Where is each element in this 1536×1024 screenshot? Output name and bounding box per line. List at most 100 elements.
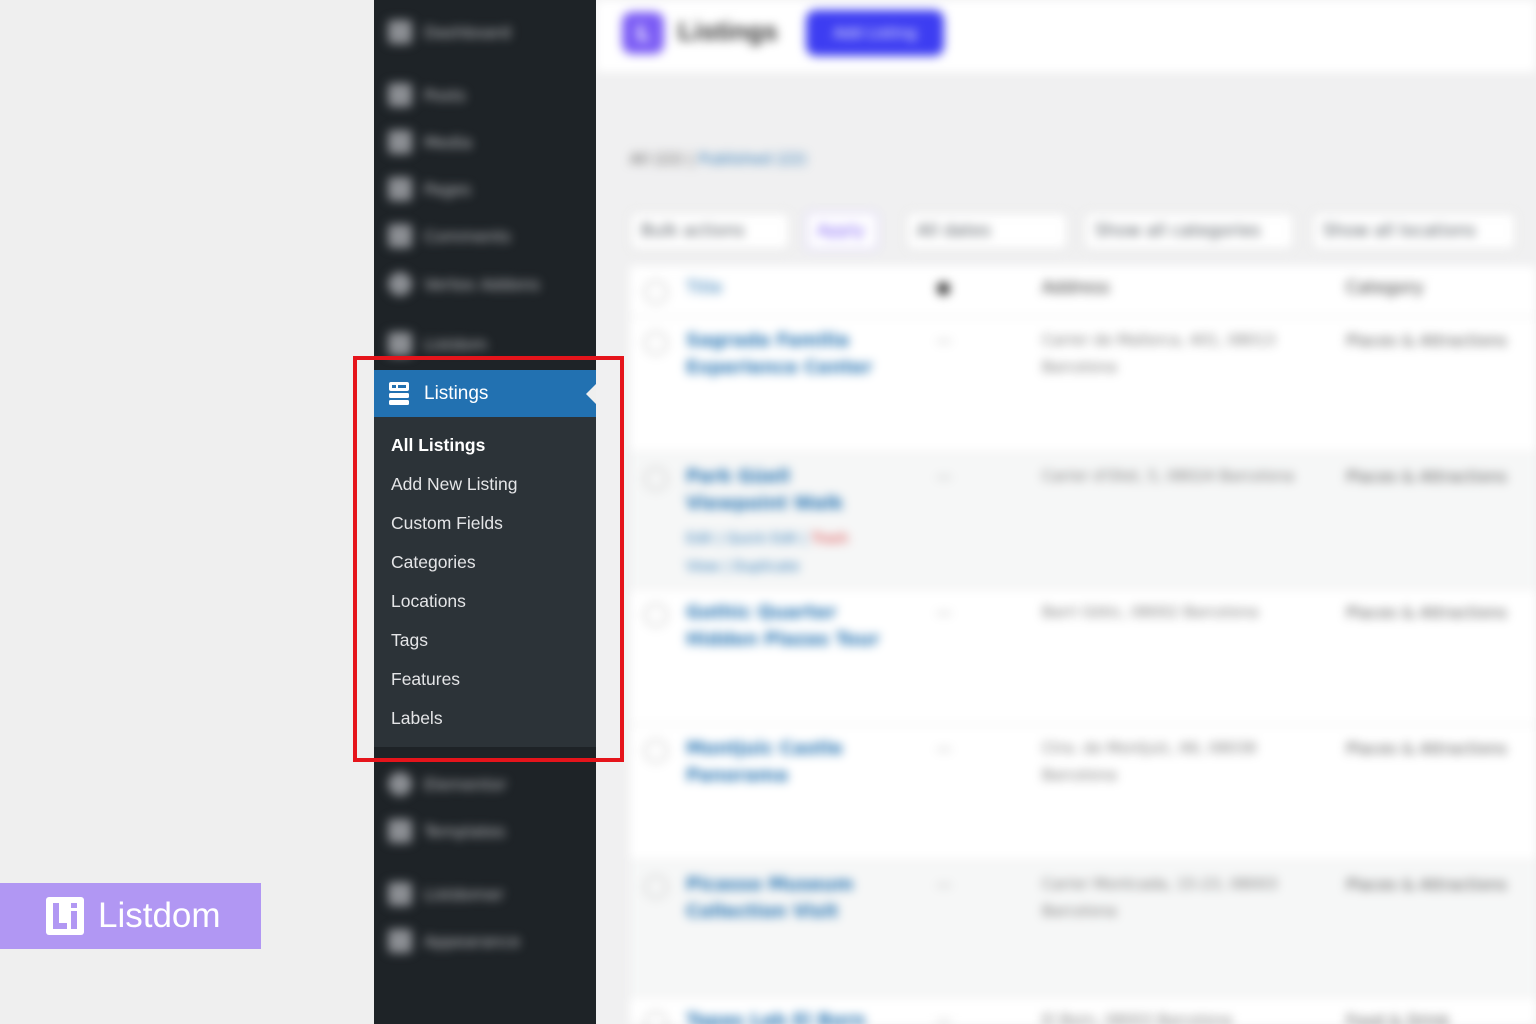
row-checkbox[interactable] <box>644 1011 668 1024</box>
row-category[interactable]: Places & Attractions <box>1346 739 1507 758</box>
apply-button[interactable]: Apply <box>806 212 878 250</box>
row-dash: — <box>936 603 952 622</box>
sidebar-item-appearance[interactable]: Appearance <box>374 923 596 959</box>
listdom-logo-icon <box>46 897 84 935</box>
column-title[interactable]: Title <box>686 278 722 298</box>
trash-link[interactable]: Trash <box>812 531 849 547</box>
status-published-link[interactable]: Published (22) <box>699 150 807 168</box>
row-checkbox[interactable] <box>644 603 668 627</box>
row-checkbox[interactable] <box>644 467 668 491</box>
column-featured-icon: ● <box>936 278 951 298</box>
sidebar-item-label: Media <box>424 132 473 152</box>
row-title-link[interactable]: Park Güell Viewpoint Walk <box>686 463 896 517</box>
top-bar: L Listings Add Listing <box>596 0 1536 72</box>
row-category[interactable]: Food & Drink <box>1346 1011 1450 1024</box>
row-address: Carrer Montcada, 15-23, 08003 Barcelona <box>1042 875 1278 920</box>
table-row[interactable]: Gothic Quarter Hidden Plazas Tour — Barr… <box>630 588 1536 725</box>
sidebar-item-label: Appearance <box>424 931 521 951</box>
pages-icon <box>388 177 412 201</box>
row-title-link[interactable]: Gothic Quarter Hidden Plazas Tour <box>686 599 896 653</box>
row-category[interactable]: Places & Attractions <box>1346 331 1507 350</box>
sidebar-item-label: Pages <box>424 179 472 199</box>
column-category: Category <box>1346 278 1424 298</box>
folder-icon <box>388 819 412 843</box>
vertex-addons-icon <box>388 272 412 296</box>
sidebar-item-pages[interactable]: Pages <box>374 171 596 207</box>
comments-icon <box>388 224 412 248</box>
sidebar-item-listdomer[interactable]: Listdomer <box>374 876 596 912</box>
categories-label: Show all categories <box>1095 221 1261 241</box>
row-title-link[interactable]: Picasso Museum Collection Visit <box>686 871 896 925</box>
brand-name: Listdom <box>98 896 221 935</box>
sidebar-item-label: Vertex Addons <box>424 274 540 294</box>
view-link[interactable]: View <box>686 559 719 575</box>
sidebar-item-elementor[interactable]: Elementor <box>374 766 596 802</box>
categories-select[interactable]: Show all categories <box>1084 212 1294 250</box>
sidebar-item-dashboard[interactable]: Dashboard <box>374 14 596 50</box>
listdom-icon <box>388 332 412 356</box>
sidebar-item-posts[interactable]: Posts <box>374 77 596 113</box>
row-address: Carrer d'Olot, 5, 08024 Barcelona <box>1042 467 1295 485</box>
elementor-icon <box>388 772 412 796</box>
column-address: Address <box>1042 278 1110 298</box>
listdomer-icon <box>388 882 412 906</box>
sidebar-item-label: Comments <box>424 226 511 246</box>
bulk-actions-label: Bulk actions <box>641 221 745 241</box>
row-checkbox[interactable] <box>644 739 668 763</box>
main-content: L Listings Add Listing All (22) | Publis… <box>596 0 1536 1024</box>
table-row[interactable]: Tapas Lab El Born — El Born, 08003 Barce… <box>630 996 1536 1024</box>
table-row[interactable]: Montjuïc Castle Panorama — Ctra. de Mont… <box>630 724 1536 861</box>
table-row[interactable]: Picasso Museum Collection Visit — Carrer… <box>630 860 1536 997</box>
table-row[interactable]: Park Güell Viewpoint Walk Edit | Quick E… <box>630 452 1536 589</box>
sidebar-item-label: Templates <box>424 821 506 841</box>
paintbrush-icon <box>388 929 412 953</box>
page-title: Listings <box>678 16 778 46</box>
row-dash: — <box>936 331 952 350</box>
locations-label: Show all locations <box>1323 221 1476 241</box>
row-dash: — <box>936 467 952 486</box>
table-row[interactable]: Sagrada Familia Experience Center — Carr… <box>630 316 1536 453</box>
quick-edit-link[interactable]: Quick Edit <box>727 531 798 547</box>
sidebar-item-label: Listdom <box>424 334 488 354</box>
row-address: Barri Gòtic, 08002 Barcelona <box>1042 603 1259 621</box>
add-listing-button[interactable]: Add Listing <box>806 10 944 56</box>
sidebar-item-label: Elementor <box>424 774 507 794</box>
app-logo-letter: L <box>636 21 650 45</box>
row-category[interactable]: Places & Attractions <box>1346 603 1507 622</box>
dates-select[interactable]: All dates <box>906 212 1068 250</box>
media-icon <box>388 130 412 154</box>
listdom-logo-icon: L <box>622 12 664 54</box>
apply-label: Apply <box>817 221 865 241</box>
row-dash: — <box>936 739 952 758</box>
duplicate-link[interactable]: Duplicate <box>733 559 800 575</box>
highlight-box <box>353 356 624 762</box>
row-title-link[interactable]: Sagrada Familia Experience Center <box>686 327 896 381</box>
bulk-actions-select[interactable]: Bulk actions <box>630 212 790 250</box>
row-title-link[interactable]: Tapas Lab El Born <box>686 1007 896 1024</box>
sidebar-item-comments[interactable]: Comments <box>374 218 596 254</box>
row-category[interactable]: Places & Attractions <box>1346 875 1507 894</box>
edit-link[interactable]: Edit <box>686 531 713 547</box>
status-filter-links: All (22) | Published (22) <box>630 150 807 168</box>
main-blurred: L Listings Add Listing All (22) | Publis… <box>596 0 1536 1024</box>
row-category[interactable]: Places & Attractions <box>1346 467 1507 486</box>
sidebar-item-media[interactable]: Media <box>374 124 596 160</box>
sidebar-item-label: Posts <box>424 85 466 105</box>
row-checkbox[interactable] <box>644 875 668 899</box>
sidebar-item-templates[interactable]: Templates <box>374 813 596 849</box>
row-title-link[interactable]: Montjuïc Castle Panorama <box>686 735 896 789</box>
row-address: Ctra. de Montjuïc, 66, 08038 Barcelona <box>1042 739 1257 784</box>
row-address: El Born, 08003 Barcelona <box>1042 1011 1233 1024</box>
sidebar-item-label: Dashboard <box>424 22 511 42</box>
sidebar-item-label: Listdomer <box>424 884 504 904</box>
pin-icon <box>388 83 412 107</box>
dates-label: All dates <box>917 221 991 241</box>
select-all-checkbox[interactable] <box>644 280 668 304</box>
row-actions: Edit | Quick Edit | Trash View | Duplica… <box>686 531 849 575</box>
row-address: Carrer de Mallorca, 401, 08013 Barcelona <box>1042 331 1276 376</box>
status-separator: | <box>688 150 694 168</box>
sidebar-item-vertex-addons[interactable]: Vertex Addons <box>374 266 596 302</box>
row-checkbox[interactable] <box>644 331 668 355</box>
locations-select[interactable]: Show all locations <box>1312 212 1516 250</box>
status-all-link[interactable]: All (22) <box>630 150 684 168</box>
